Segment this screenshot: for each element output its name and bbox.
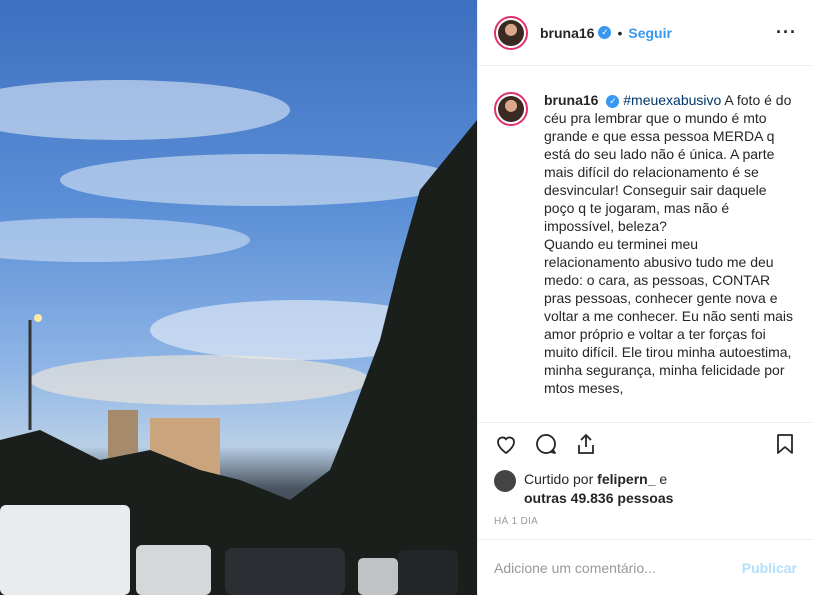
bookmark-icon[interactable] bbox=[773, 432, 797, 461]
caption-text: bruna16 ✓ #meuexabusivo A foto é do céu … bbox=[544, 91, 797, 422]
share-icon[interactable] bbox=[574, 432, 598, 461]
liked-user-link[interactable]: felipern_ bbox=[597, 471, 655, 487]
liker-avatar[interactable] bbox=[494, 470, 516, 492]
comment-form: Adicione um comentário... Publicar bbox=[478, 539, 813, 595]
comment-bubble-icon[interactable] bbox=[534, 432, 558, 461]
more-options-icon[interactable]: ··· bbox=[776, 22, 797, 43]
verified-badge-icon: ✓ bbox=[606, 94, 620, 108]
action-bar bbox=[478, 422, 813, 470]
post-sidebar: bruna16 ✓ • Seguir ··· bruna16 ✓ #meuexa… bbox=[477, 0, 813, 595]
caption: bruna16 ✓ #meuexabusivo A foto é do céu … bbox=[478, 66, 813, 422]
publish-button[interactable]: Publicar bbox=[742, 560, 797, 576]
like-heart-icon[interactable] bbox=[494, 432, 518, 461]
caption-username[interactable]: bruna16 bbox=[544, 92, 598, 108]
separator-dot: • bbox=[617, 24, 623, 41]
avatar[interactable] bbox=[494, 15, 528, 50]
liked-prefix: Curtido por bbox=[524, 471, 598, 487]
post-photo[interactable] bbox=[0, 0, 477, 595]
verified-badge-icon: ✓ bbox=[598, 26, 612, 39]
caption-body: A foto é do céu pra lembrar que o mundo … bbox=[544, 92, 794, 396]
username-link[interactable]: bruna16 bbox=[540, 25, 594, 41]
post-header: bruna16 ✓ • Seguir ··· bbox=[478, 0, 813, 66]
post-timestamp[interactable]: HÁ 1 DIA bbox=[494, 516, 538, 527]
comment-input[interactable]: Adicione um comentário... bbox=[494, 560, 656, 576]
liked-others-link[interactable]: outras 49.836 pessoas bbox=[524, 490, 673, 506]
sky-photo-illustration bbox=[0, 80, 477, 595]
liked-and: e bbox=[655, 471, 668, 487]
follow-button[interactable]: Seguir bbox=[628, 25, 672, 41]
caption-avatar[interactable] bbox=[494, 92, 528, 126]
likes-summary: Curtido por felipern_ e outras 49.836 pe… bbox=[494, 470, 804, 508]
hashtag-link[interactable]: #meuexabusivo bbox=[623, 92, 721, 108]
